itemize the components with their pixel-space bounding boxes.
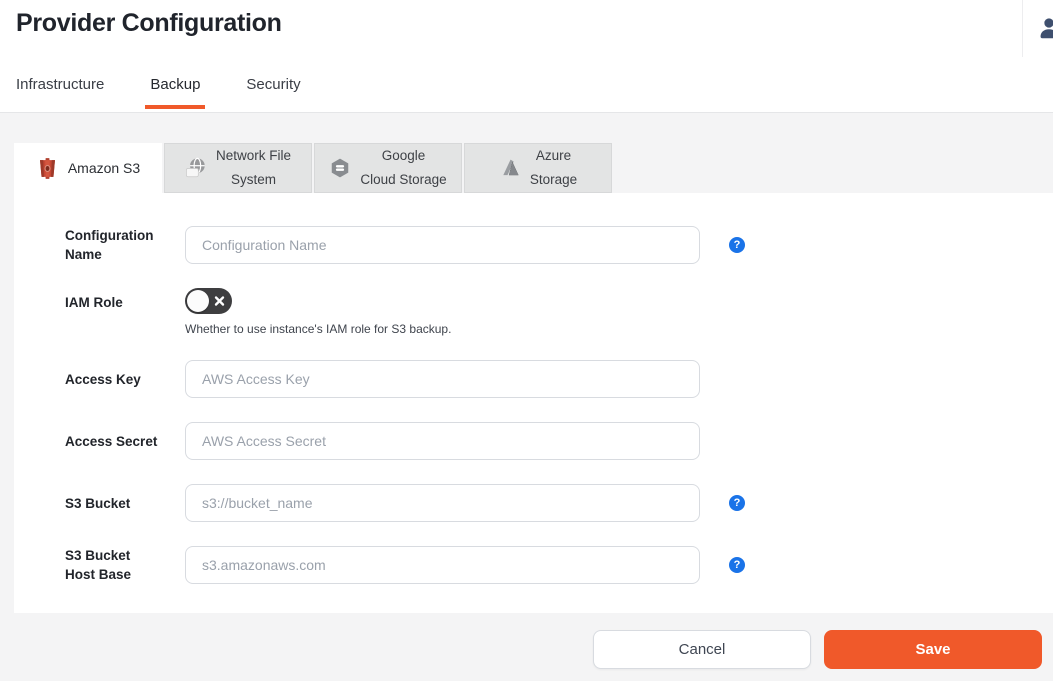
help-icon[interactable]: ?: [729, 557, 745, 573]
form-card: Configuration Name ? IAM Role Whether to…: [14, 193, 1053, 613]
provider-tab-network-file-system[interactable]: Network File System: [164, 143, 312, 193]
form-row-s3-bucket-host-base: S3 Bucket Host Base ?: [65, 546, 1053, 584]
network-file-system-icon: [185, 157, 207, 179]
azure-storage-icon: [499, 157, 521, 179]
tab-infrastructure[interactable]: Infrastructure: [16, 76, 104, 112]
provider-tab-label: Azure Storage: [529, 148, 578, 187]
s3-bucket-input[interactable]: [185, 484, 700, 522]
access-secret-input[interactable]: [185, 422, 700, 460]
tab-infrastructure-label: Infrastructure: [16, 76, 105, 93]
header: Provider Configuration Infrastructure Ba…: [0, 0, 1053, 113]
iam-role-label: IAM Role: [65, 295, 123, 310]
google-cloud-storage-icon: [329, 157, 351, 179]
user-icon[interactable]: [1036, 15, 1053, 41]
provider-tab-azure-storage[interactable]: Azure Storage: [464, 143, 612, 193]
main-tabs: Infrastructure Backup Security: [16, 76, 301, 112]
provider-tab-label: Amazon S3: [67, 160, 141, 176]
provider-tabs: Amazon S3 Network File System Google Clo…: [14, 113, 1053, 193]
form-row-s3-bucket: S3 Bucket ?: [65, 484, 1053, 522]
tab-backup[interactable]: Backup: [145, 76, 206, 112]
s3-bucket-host-base-label: S3 Bucket Host Base: [65, 548, 132, 582]
amazon-s3-icon: [36, 157, 59, 180]
cancel-button[interactable]: Cancel: [593, 630, 811, 669]
footer-actions: Cancel Save: [0, 630, 1053, 669]
form-row-access-secret: Access Secret: [65, 422, 1053, 460]
tab-security[interactable]: Security: [246, 76, 300, 112]
page-body: Amazon S3 Network File System Google Clo…: [0, 113, 1053, 681]
page-title: Provider Configuration: [16, 9, 282, 37]
access-secret-label: Access Secret: [65, 433, 158, 449]
configuration-name-input[interactable]: [185, 226, 700, 264]
provider-tab-amazon-s3[interactable]: Amazon S3: [14, 143, 162, 193]
iam-role-hint: Whether to use instance's IAM role for S…: [185, 322, 452, 336]
tab-backup-label: Backup: [150, 76, 201, 93]
provider-tab-label: Google Cloud Storage: [360, 148, 447, 187]
s3-bucket-host-base-input[interactable]: [185, 546, 700, 584]
provider-tab-google-cloud-storage[interactable]: Google Cloud Storage: [314, 143, 462, 193]
s3-bucket-label: S3 Bucket: [65, 495, 131, 511]
provider-tab-label: Network File System: [215, 148, 291, 187]
configuration-name-label: Configuration Name: [65, 228, 154, 262]
access-key-label: Access Key: [65, 371, 141, 387]
form-row-iam-role: IAM Role Whether to use instance's IAM r…: [65, 288, 1053, 336]
help-icon[interactable]: ?: [729, 495, 745, 511]
form-row-configuration-name: Configuration Name ?: [65, 226, 1053, 264]
iam-role-toggle[interactable]: [185, 288, 232, 314]
header-divider: [1022, 0, 1023, 57]
toggle-off-x-icon: [214, 296, 225, 306]
toggle-knob: [187, 290, 209, 312]
access-key-input[interactable]: [185, 360, 700, 398]
help-icon[interactable]: ?: [729, 237, 745, 253]
tab-security-label: Security: [246, 76, 301, 93]
save-button[interactable]: Save: [824, 630, 1042, 669]
form-row-access-key: Access Key: [65, 360, 1053, 398]
